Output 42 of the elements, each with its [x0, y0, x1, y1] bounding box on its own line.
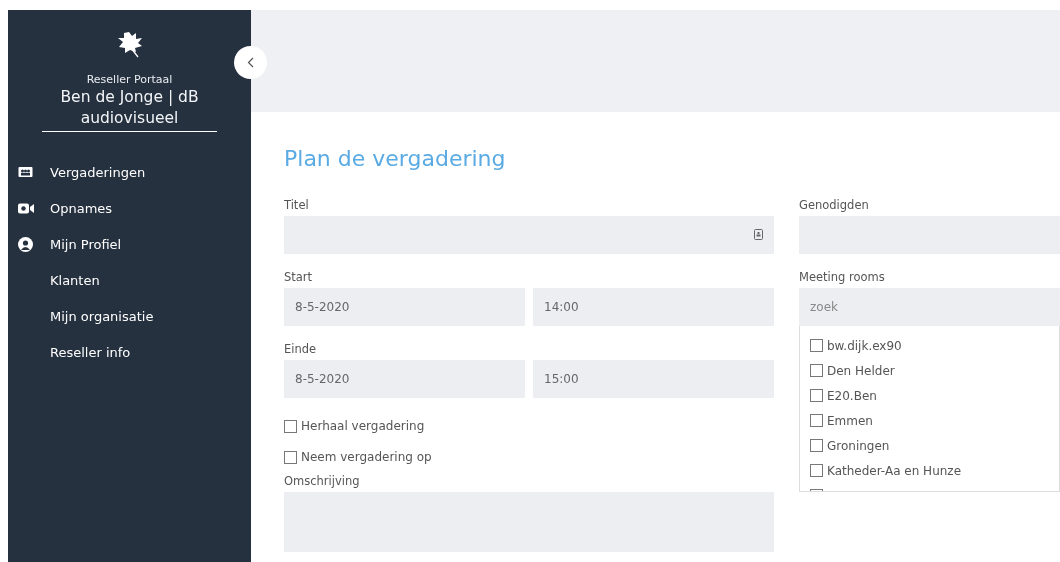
menu-item[interactable]: Mijn organisatie [8, 298, 251, 334]
menu-item[interactable]: Vergaderingen [8, 154, 251, 190]
video-camera-icon [18, 202, 34, 214]
checkbox-label: Herhaal vergadering [301, 419, 425, 433]
menu-item[interactable]: Klanten [8, 262, 251, 298]
time-field[interactable]: 14:00 [533, 288, 774, 326]
account-name: Ben de Jonge | dB audiovisueel [42, 87, 217, 132]
room-label: Emmen [827, 413, 873, 428]
portal-name: Reseller Portaal [86, 73, 173, 86]
user-circle-icon [18, 236, 33, 252]
search-field[interactable]: zoek [799, 288, 1060, 326]
field-label: Omschrijving [284, 474, 361, 490]
menu-item[interactable]: Reseller info [8, 334, 251, 370]
title-field[interactable] [284, 216, 774, 254]
checkbox[interactable] [284, 450, 297, 464]
page-title: Plan de vergadering [284, 146, 507, 173]
menu-item[interactable]: Opnames [8, 190, 251, 226]
field-label: Meeting rooms [799, 270, 886, 286]
contact-card-icon [754, 229, 763, 240]
checkbox-label: Neem vergadering op [301, 450, 432, 464]
checkbox[interactable] [810, 439, 823, 452]
room-label: Groningen [827, 438, 890, 453]
time-field[interactable]: 15:00 [533, 360, 774, 398]
field-label: Genodigden [799, 198, 870, 214]
checkbox[interactable] [810, 389, 823, 402]
date-field[interactable]: 8-5-2020 [284, 288, 525, 326]
menu-item[interactable]: Mijn Profiel [8, 226, 251, 262]
field-label: Titel [284, 198, 310, 214]
room-label: bw.dijk.ex90 [827, 338, 902, 353]
checkbox[interactable] [284, 419, 297, 433]
room-label: Den Helder [827, 363, 895, 378]
room-label: E20.Ben [827, 388, 877, 403]
room-label: Katheder-Aa en Hunze [827, 463, 962, 478]
checkbox[interactable] [810, 339, 823, 352]
people-screen-icon [18, 165, 33, 179]
checkbox[interactable] [810, 364, 823, 377]
chevron-left-icon [247, 57, 254, 68]
checkbox[interactable] [810, 464, 823, 477]
field-label: Einde [284, 342, 318, 358]
field-label: Start [284, 270, 314, 286]
checkbox[interactable] [810, 414, 823, 427]
date-field[interactable]: 8-5-2020 [284, 360, 525, 398]
